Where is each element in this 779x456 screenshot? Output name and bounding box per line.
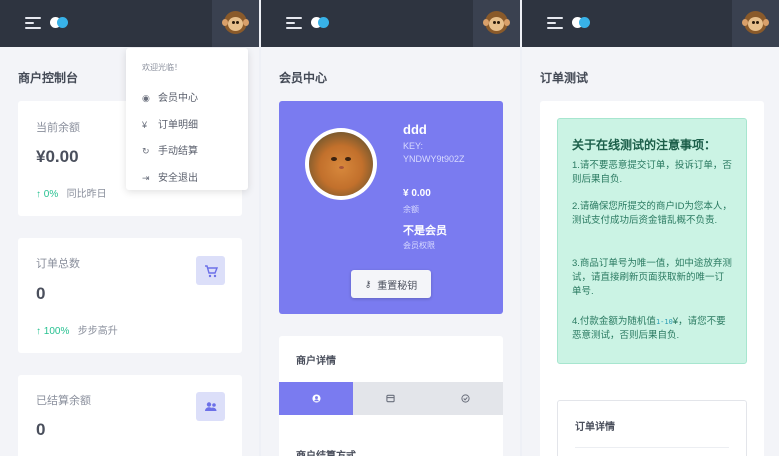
orders-trend-pct: 100%: [43, 326, 70, 337]
key-icon: ⚷: [364, 278, 372, 289]
avatar[interactable]: [212, 0, 259, 47]
monkey-avatar-icon: [742, 11, 769, 34]
order-test-panel: 订单测试 关于在线测试的注意事项： 1.请不要恶意提交订单，投诉订单，否则后果自…: [522, 0, 779, 456]
cat-avatar: [305, 128, 377, 200]
toggle-icon[interactable]: [50, 17, 68, 28]
monkey-avatar-icon: [483, 11, 510, 34]
settlement-method-title: 商户结算方式: [296, 447, 356, 456]
merchant-detail-title: 商户详情: [296, 356, 336, 367]
card-icon: [386, 394, 395, 403]
yen-icon: ¥: [142, 120, 148, 130]
topbar: [522, 0, 779, 47]
orders-value: 0: [36, 284, 46, 303]
settled-label: 已结算余额: [36, 395, 91, 407]
notice-item: 4.付款金额为随机值1-10¥，请您不要恶意测试，否则后果自负.: [572, 315, 732, 343]
tab-verify[interactable]: [428, 382, 503, 415]
page-title: 商户控制台: [18, 71, 79, 85]
member-vip-status: 不是会员: [403, 225, 447, 237]
merchant-detail-card: 商户详情 商户结算方式: [279, 336, 503, 456]
orders-trend: ↑ 100% 步步高升: [36, 322, 118, 337]
dropdown-item-settle[interactable]: ↻ 手动结算: [142, 142, 198, 157]
notice-item: 3.商品订单号为唯一值，如中途放弃测试，请直接刷新页面获取新的唯一订单号.: [572, 258, 732, 297]
divider: [575, 447, 729, 448]
dropdown-item-member-center[interactable]: ◉ 会员中心: [142, 89, 198, 104]
detail-tabs: [279, 382, 503, 415]
page-title: 会员中心: [279, 71, 328, 85]
tab-card[interactable]: [353, 382, 428, 415]
topbar: [0, 0, 259, 47]
arrow-up-icon: ↑: [36, 326, 41, 337]
notice-title: 关于在线测试的注意事项：: [572, 138, 717, 152]
topbar: [261, 0, 520, 47]
menu-icon[interactable]: [286, 16, 302, 30]
orders-card: 订单总数 0 ↑ 100% 步步高升: [18, 238, 242, 353]
notice-item: 1.请不要恶意提交订单，投诉订单，否则后果自负.: [572, 160, 732, 185]
member-balance-label: 余额: [403, 205, 419, 214]
notice-item: 2.请确保您所提交的商户ID为您本人，测试支付成功后资金错乱概不负责.: [572, 201, 732, 226]
dropdown-item-label: 手动结算: [158, 146, 198, 157]
member-key: KEY: YNDWY9t902Z: [403, 140, 465, 166]
balance-label: 当前余额: [36, 122, 80, 134]
user-icon: [311, 394, 321, 403]
settled-value: 0: [36, 420, 46, 439]
page-title: 订单测试: [540, 71, 589, 85]
member-vip-label: 会员权限: [403, 241, 435, 250]
dropdown-item-logout[interactable]: ⇥ 安全退出: [142, 169, 198, 184]
random-range: 1-10: [655, 318, 673, 326]
dropdown-item-orders[interactable]: ¥ 订单明细: [142, 116, 198, 131]
check-icon: [461, 394, 470, 403]
tab-profile[interactable]: [279, 382, 353, 415]
order-test-card: 关于在线测试的注意事项： 1.请不要恶意提交订单，投诉订单，否则后果自负. 2.…: [540, 101, 764, 456]
user-dropdown-menu: 欢迎光临！ ◉ 会员中心 ¥ 订单明细 ↻ 手动结算 ⇥ 安全退出: [126, 48, 248, 190]
monkey-avatar-icon: [222, 11, 249, 34]
member-key-value: YNDWY9t902Z: [403, 154, 465, 164]
refresh-icon: ↻: [142, 146, 150, 156]
dropdown-item-label: 会员中心: [158, 93, 198, 104]
avatar[interactable]: [473, 0, 520, 47]
balance-trend-text: 同比昨日: [66, 189, 107, 200]
member-key-label: KEY:: [403, 141, 424, 151]
balance-trend-pct: 0%: [43, 189, 59, 200]
logout-icon: ⇥: [142, 173, 150, 183]
orders-trend-text: 步步高升: [77, 326, 118, 337]
avatar[interactable]: [732, 0, 779, 47]
cart-icon: [196, 256, 225, 285]
order-detail-card: 订单详情: [557, 400, 747, 456]
settled-card: 已结算余额 0: [18, 375, 242, 456]
member-panel: 会员中心 ddd KEY: YNDWY9t902Z ¥ 0.00 余额 不是会员…: [261, 0, 520, 456]
dropdown-welcome: 欢迎光临！: [142, 63, 182, 72]
balance-trend: ↑ 0% 同比昨日: [36, 185, 107, 200]
user-circle-icon: ◉: [142, 93, 150, 103]
toggle-icon[interactable]: [311, 17, 329, 28]
member-balance: ¥ 0.00: [403, 188, 431, 199]
notice-box: 关于在线测试的注意事项： 1.请不要恶意提交订单，投诉订单，否则后果自负. 2.…: [557, 118, 747, 364]
orders-label: 订单总数: [36, 258, 80, 270]
member-card: ddd KEY: YNDWY9t902Z ¥ 0.00 余额 不是会员 会员权限…: [279, 101, 503, 314]
dashboard-panel: 商户控制台 当前余额 ¥0.00 ↑ 0% 同比昨日 订单总数 0 ↑ 100%…: [0, 0, 259, 456]
arrow-up-icon: ↑: [36, 189, 41, 200]
reset-key-label: 重置秘钥: [377, 280, 418, 292]
member-name: ddd: [403, 122, 427, 137]
order-detail-title: 订单详情: [575, 422, 615, 433]
menu-icon[interactable]: [25, 16, 41, 30]
notice-item-text: 4.付款金额为随机值: [572, 316, 656, 327]
balance-value: ¥0.00: [36, 147, 79, 166]
toggle-icon[interactable]: [572, 17, 590, 28]
users-icon: [196, 392, 225, 421]
menu-icon[interactable]: [547, 16, 563, 30]
dropdown-item-label: 订单明细: [158, 120, 198, 131]
dropdown-item-label: 安全退出: [158, 173, 198, 184]
reset-key-button[interactable]: ⚷ 重置秘钥: [351, 270, 431, 298]
